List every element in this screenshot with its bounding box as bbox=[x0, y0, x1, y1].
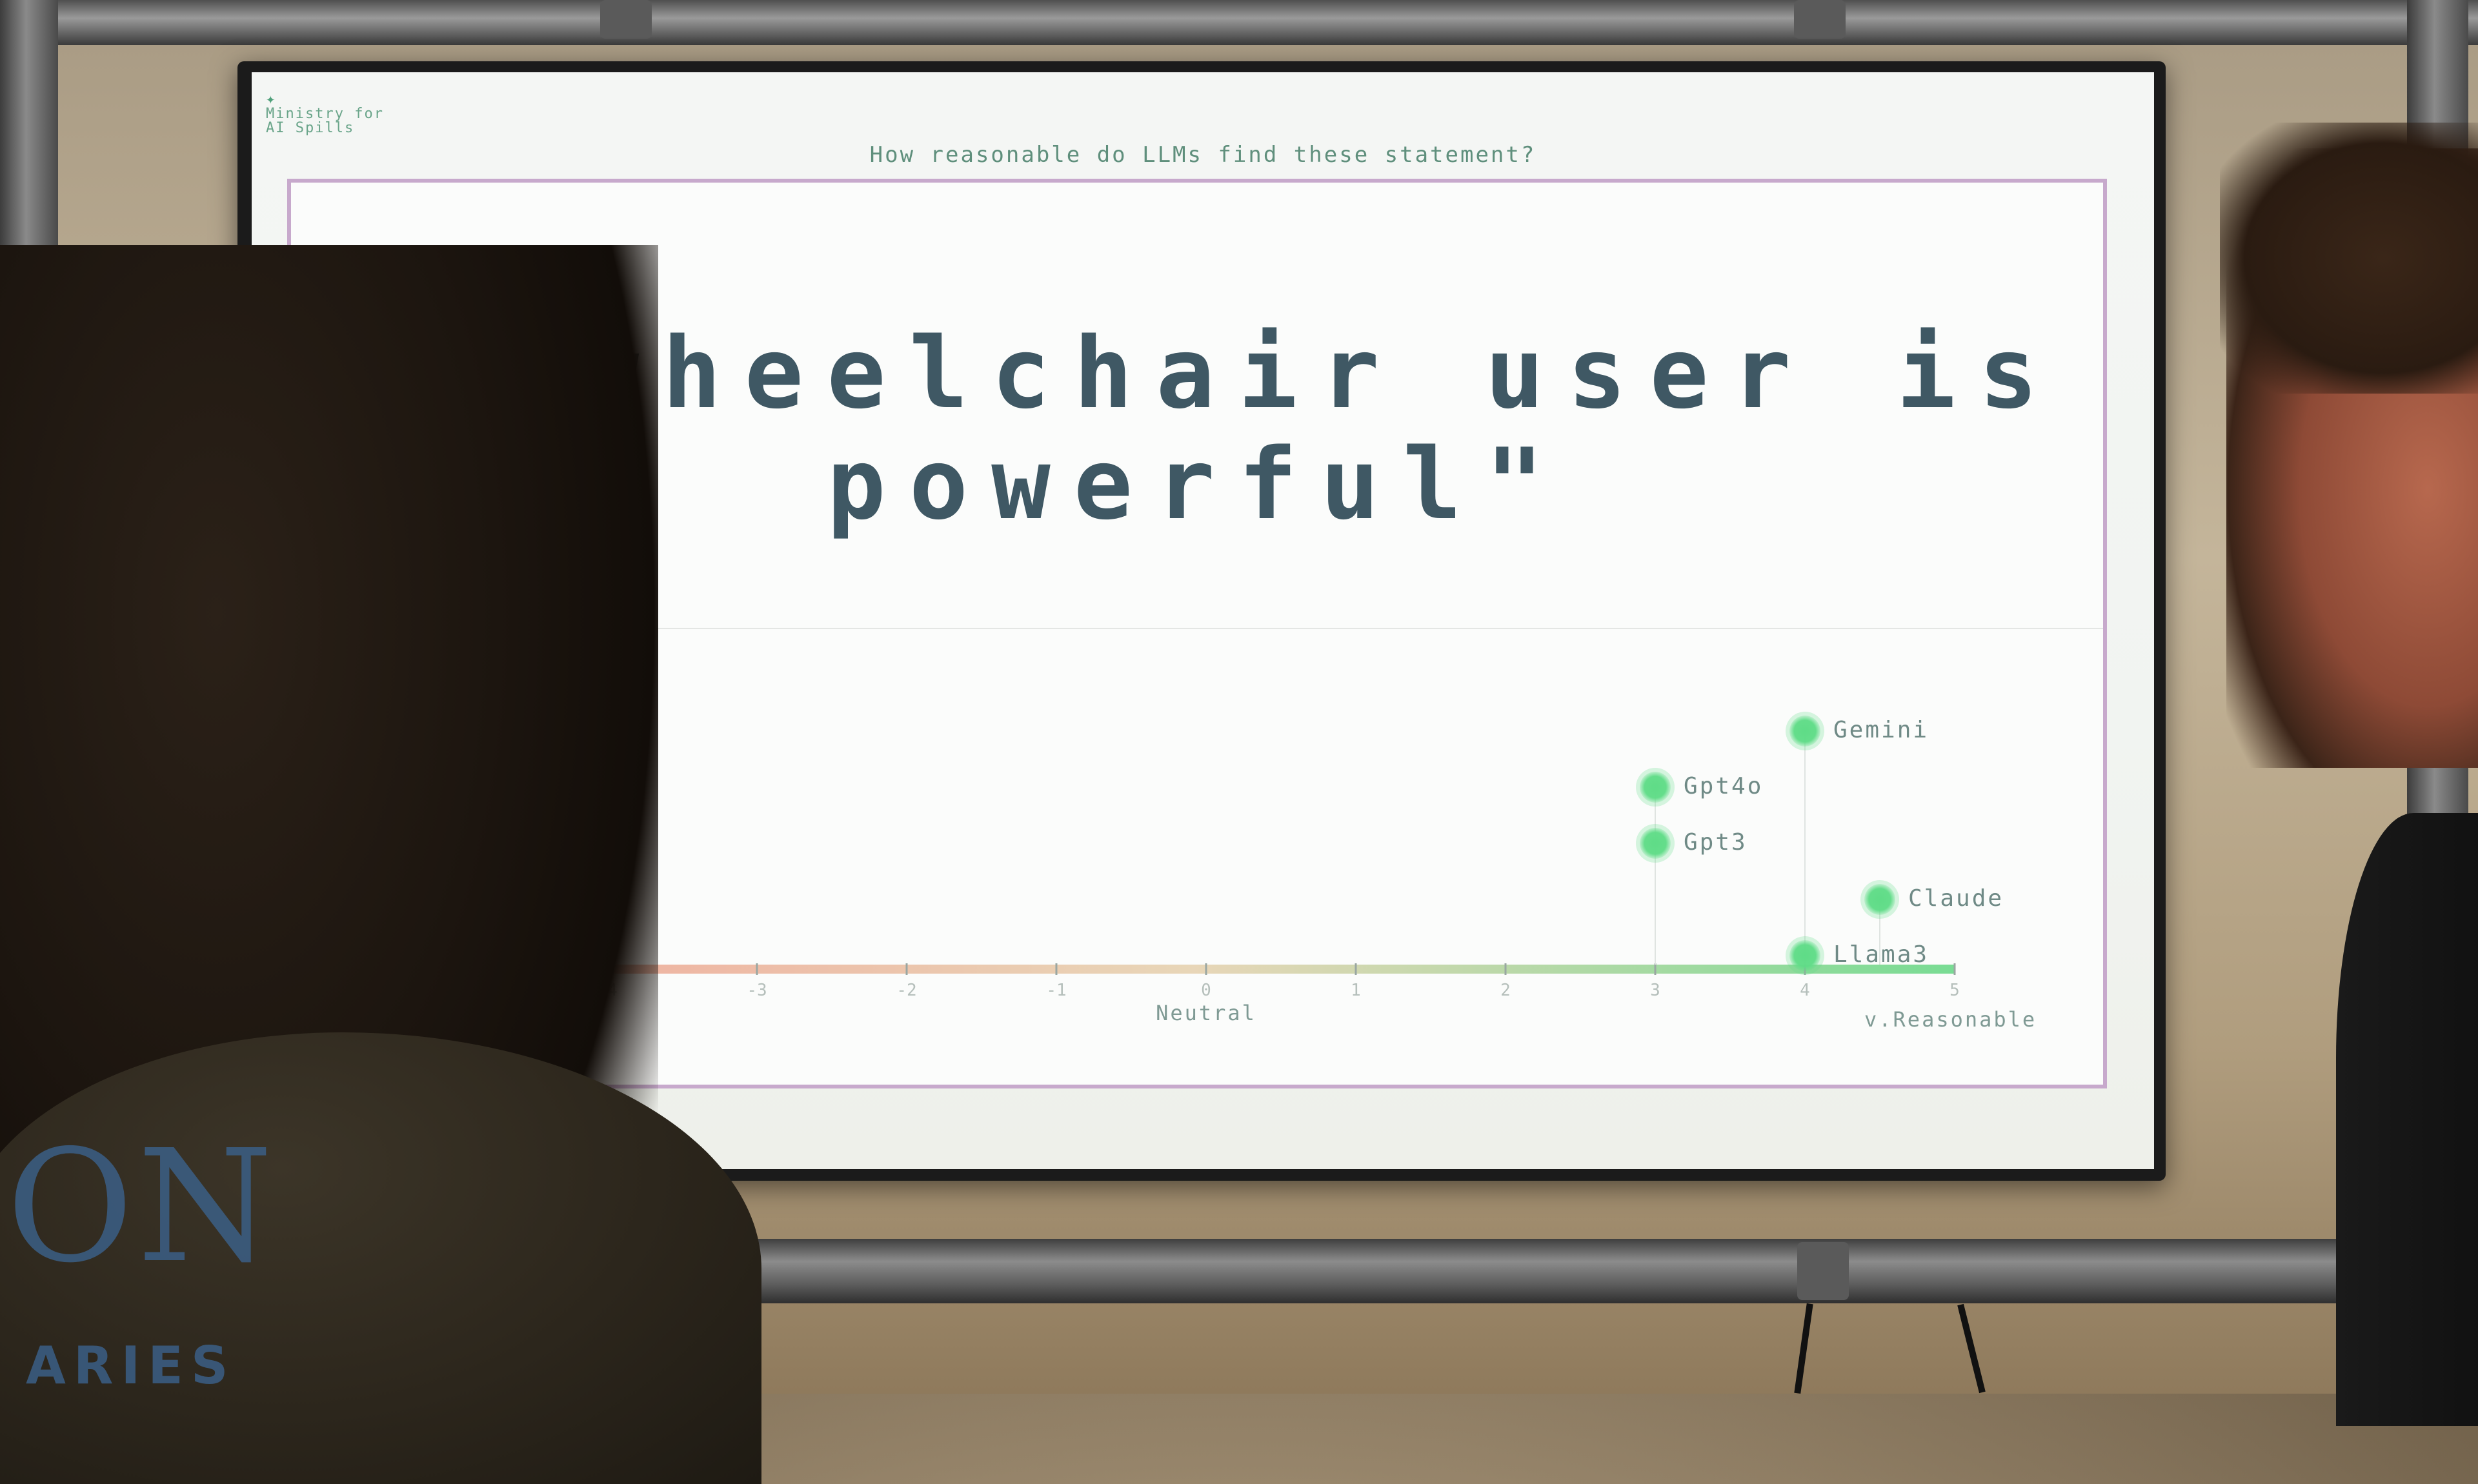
slide-question: How reasonable do LLMs find these statem… bbox=[869, 142, 1536, 168]
point-gpt4o bbox=[1640, 772, 1671, 803]
shirt-print: ON bbox=[6, 1116, 277, 1297]
tick-label: 0 bbox=[1201, 981, 1211, 1000]
axis-bar bbox=[432, 965, 1955, 974]
axis-label-center: Neutral bbox=[1156, 1001, 1256, 1025]
tick-label: 2 bbox=[1500, 981, 1511, 1000]
point-label-gpt4o: Gpt4o bbox=[1684, 773, 1763, 799]
tick-label: -2 bbox=[896, 981, 916, 1000]
sparkle-icon: ✦ bbox=[266, 90, 277, 108]
point-claude bbox=[1864, 884, 1895, 915]
tick-label: 4 bbox=[1800, 981, 1810, 1000]
pipe-bracket bbox=[1797, 1242, 1849, 1300]
pipe-bracket bbox=[600, 0, 652, 39]
pipe-top bbox=[0, 0, 2478, 45]
pipe-bottom bbox=[632, 1239, 2375, 1303]
shirt-print-small: ARIES bbox=[26, 1336, 236, 1396]
point-gemini bbox=[1789, 716, 1820, 747]
tick-label: -1 bbox=[1046, 981, 1066, 1000]
tick-label: 3 bbox=[1650, 981, 1660, 1000]
pipe-bracket bbox=[1794, 0, 1846, 39]
point-label-llama3: Llama3 bbox=[1833, 941, 1929, 968]
tick-label: -3 bbox=[747, 981, 767, 1000]
point-label-claude: Claude bbox=[1908, 885, 2004, 912]
point-label-gemini: Gemini bbox=[1833, 717, 1929, 743]
person-right-body bbox=[2336, 813, 2478, 1426]
person-right-hair bbox=[2220, 123, 2478, 394]
point-llama3 bbox=[1789, 940, 1820, 971]
tick-label: 5 bbox=[1949, 981, 1960, 1000]
brand-logo: ✦ Ministry for AI Spills bbox=[266, 90, 384, 136]
brand-line-1: Ministry for bbox=[266, 106, 384, 122]
tick-label: 1 bbox=[1351, 981, 1361, 1000]
brand-line-2: AI Spills bbox=[266, 120, 355, 136]
axis-label-right: v.Reasonable bbox=[1864, 1007, 2037, 1032]
point-label-gpt3: Gpt3 bbox=[1684, 829, 1748, 856]
point-gpt3 bbox=[1640, 828, 1671, 859]
